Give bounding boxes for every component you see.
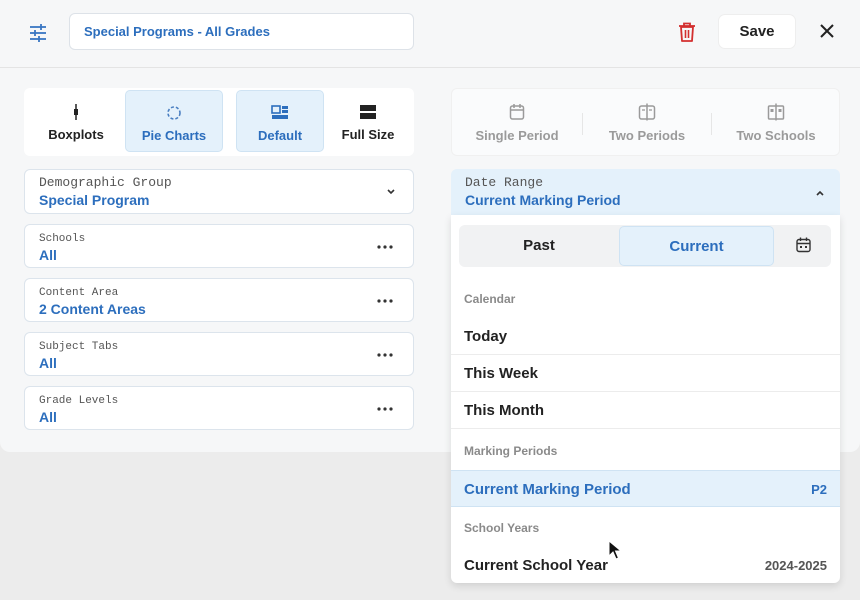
more-options-icon[interactable] bbox=[376, 406, 394, 412]
option-this-month[interactable]: This Month bbox=[451, 392, 840, 429]
full-size-icon bbox=[360, 105, 376, 119]
save-button[interactable]: Save bbox=[719, 15, 795, 48]
pie-charts-label: Pie Charts bbox=[141, 128, 207, 143]
boxplots-label: Boxplots bbox=[48, 127, 104, 142]
demographic-group-select[interactable]: Demographic Group Special Program bbox=[24, 169, 414, 214]
single-period-label: Single Period bbox=[475, 128, 559, 143]
year-tag: 2024-2025 bbox=[764, 558, 827, 573]
content-area-value: 2 Content Areas bbox=[39, 301, 146, 317]
mouse-cursor-icon bbox=[608, 540, 622, 560]
option-label: Current Marking Period bbox=[464, 481, 631, 498]
option-label: Current School Year bbox=[464, 557, 608, 574]
header-bar: Save bbox=[0, 0, 860, 68]
more-options-icon[interactable] bbox=[376, 352, 394, 358]
full-size-button[interactable]: Full Size bbox=[324, 90, 412, 152]
option-this-week[interactable]: This Week bbox=[451, 355, 840, 392]
past-tab[interactable]: Past bbox=[459, 226, 619, 266]
demographic-group-value: Special Program bbox=[39, 192, 150, 208]
close-icon[interactable] bbox=[817, 21, 837, 41]
subject-tabs-label: Subject Tabs bbox=[39, 341, 119, 353]
single-period-button[interactable]: Single Period bbox=[452, 89, 582, 157]
calendar-icon[interactable] bbox=[796, 237, 811, 253]
trash-icon[interactable] bbox=[677, 21, 697, 43]
demographic-group-label: Demographic Group bbox=[39, 175, 172, 190]
calendar-section-heading: Calendar bbox=[464, 292, 516, 306]
content-area-label: Content Area bbox=[39, 287, 119, 299]
option-today[interactable]: Today bbox=[451, 318, 840, 355]
two-periods-button[interactable]: Two Periods bbox=[583, 89, 711, 157]
filter-settings-icon[interactable] bbox=[27, 22, 49, 44]
boxplots-button[interactable]: Boxplots bbox=[28, 90, 124, 152]
schools-label: Schools bbox=[39, 233, 86, 245]
full-size-label: Full Size bbox=[341, 127, 395, 142]
grade-levels-value: All bbox=[39, 409, 57, 425]
school-years-section-heading: School Years bbox=[464, 521, 540, 535]
subject-tabs-value: All bbox=[39, 355, 57, 371]
schools-field[interactable]: Schools All bbox=[24, 224, 414, 268]
grade-levels-label: Grade Levels bbox=[39, 395, 119, 407]
schools-value: All bbox=[39, 247, 57, 263]
default-layout-icon bbox=[271, 105, 288, 119]
calendar-icon bbox=[509, 104, 525, 120]
content-area-field[interactable]: Content Area 2 Content Areas bbox=[24, 278, 414, 322]
current-tab[interactable]: Current bbox=[619, 226, 774, 266]
boxplot-icon bbox=[74, 104, 78, 120]
subject-tabs-field[interactable]: Subject Tabs All bbox=[24, 332, 414, 376]
split-calendar-icon bbox=[638, 103, 656, 121]
past-current-toggle: Past Current bbox=[459, 225, 831, 267]
two-periods-label: Two Periods bbox=[608, 128, 686, 143]
marking-periods-section-heading: Marking Periods bbox=[464, 444, 558, 458]
two-schools-label: Two Schools bbox=[736, 128, 816, 143]
pie-charts-button[interactable]: Pie Charts bbox=[125, 90, 223, 152]
period-toggle-group: Single Period Two Periods Two Schools bbox=[451, 88, 840, 156]
visualization-toggle-group: Boxplots Pie Charts Default Full Size bbox=[24, 88, 414, 156]
title-input[interactable] bbox=[69, 13, 414, 50]
date-range-label: Date Range bbox=[465, 175, 544, 190]
grade-levels-field[interactable]: Grade Levels All bbox=[24, 386, 414, 430]
default-layout-button[interactable]: Default bbox=[236, 90, 324, 152]
chevron-up-icon bbox=[816, 190, 824, 196]
more-options-icon[interactable] bbox=[376, 244, 394, 250]
pie-chart-icon bbox=[167, 106, 181, 120]
chevron-down-icon bbox=[387, 189, 395, 195]
date-range-select[interactable]: Date Range Current Marking Period bbox=[451, 169, 840, 215]
option-current-school-year[interactable]: Current School Year 2024-2025 bbox=[451, 547, 840, 583]
default-layout-label: Default bbox=[257, 128, 303, 143]
date-range-value: Current Marking Period bbox=[465, 192, 621, 208]
split-school-icon bbox=[767, 103, 785, 121]
period-tag: P2 bbox=[811, 482, 827, 497]
option-current-marking-period[interactable]: Current Marking Period P2 bbox=[451, 470, 840, 507]
more-options-icon[interactable] bbox=[376, 298, 394, 304]
two-schools-button[interactable]: Two Schools bbox=[712, 89, 840, 157]
date-range-dropdown: Past Current Calendar Today This Week Th… bbox=[451, 215, 840, 583]
